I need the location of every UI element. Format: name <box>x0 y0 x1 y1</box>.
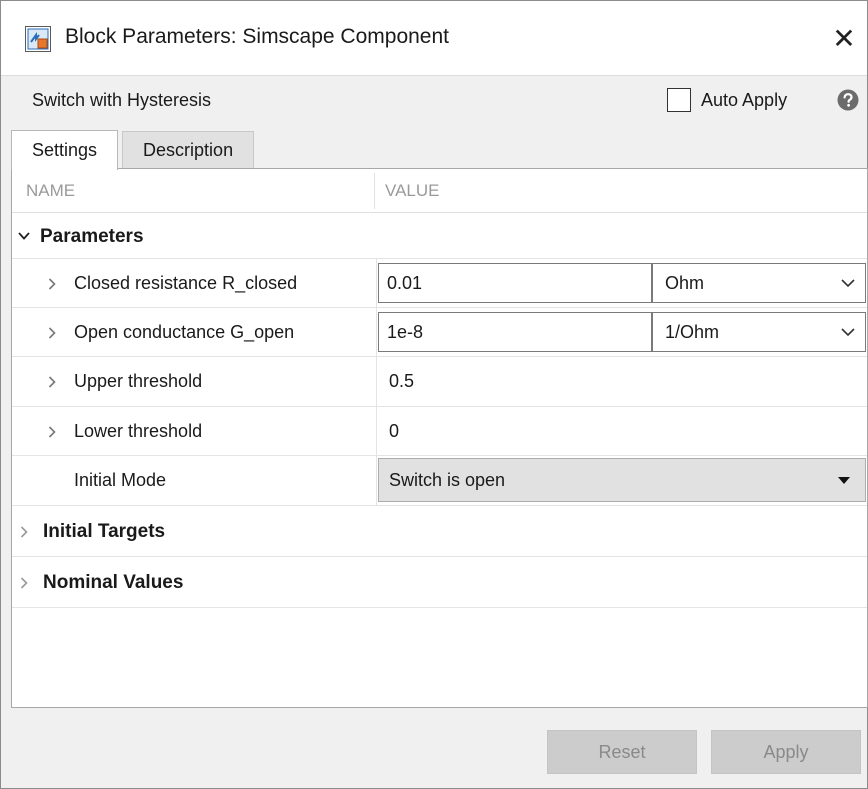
column-divider[interactable] <box>374 173 375 209</box>
input-value: 1e-8 <box>387 321 424 342</box>
chevron-down-icon <box>841 328 855 337</box>
title-bar[interactable]: Block Parameters: Simscape Component ✕ <box>1 1 867 75</box>
section-nominal-values[interactable]: Nominal Values <box>12 557 867 608</box>
chevron-right-icon[interactable] <box>45 277 59 291</box>
parameter-label: Closed resistance R_closed <box>74 273 298 293</box>
window-title: Block Parameters: Simscape Component <box>65 25 449 48</box>
block-parameters-dialog: Block Parameters: Simscape Component ✕ S… <box>0 0 868 789</box>
chevron-right-icon[interactable] <box>45 375 59 389</box>
dropdown-arrow-icon <box>838 477 850 484</box>
parameter-label: Initial Mode <box>74 470 167 490</box>
column-header: NAME VALUE <box>12 169 867 213</box>
name-column-header: NAME <box>26 181 76 200</box>
upper-threshold-value[interactable]: 0.5 <box>389 371 414 392</box>
help-icon[interactable] <box>837 89 859 111</box>
section-label: Initial Targets <box>43 521 166 542</box>
section-label: Nominal Values <box>43 572 184 593</box>
cell-divider <box>376 259 377 307</box>
unit-value: Ohm <box>665 272 705 293</box>
parameter-label: Open conductance G_open <box>74 322 295 342</box>
cell-divider <box>376 456 377 505</box>
selected-mode: Switch is open <box>389 469 506 490</box>
close-icon: ✕ <box>832 22 856 54</box>
tab-label: Settings <box>32 140 98 160</box>
parameter-panel: NAME VALUE Parameters Closed resistance … <box>11 168 868 708</box>
dialog-header: Switch with Hysteresis Auto Apply <box>1 75 867 125</box>
tab-label: Description <box>143 140 234 160</box>
closed-resistance-input[interactable]: 0.01 <box>378 263 652 303</box>
cell-divider <box>376 308 377 356</box>
parameter-row-initial-mode: Initial Mode Switch is open <box>12 456 867 506</box>
simscape-block-icon <box>25 26 51 52</box>
open-conductance-input[interactable]: 1e-8 <box>378 312 652 352</box>
reset-button[interactable]: Reset <box>547 730 697 774</box>
auto-apply-checkbox[interactable] <box>667 88 691 112</box>
parameter-row-closed-resistance: Closed resistance R_closed 0.01 Ohm <box>12 259 867 308</box>
chevron-right-icon[interactable] <box>17 525 31 539</box>
chevron-right-icon[interactable] <box>45 425 59 439</box>
block-name: Switch with Hysteresis <box>32 90 212 110</box>
section-initial-targets[interactable]: Initial Targets <box>12 506 867 557</box>
open-conductance-unit-select[interactable]: 1/Ohm <box>652 312 866 352</box>
parameter-row-upper-threshold: Upper threshold 0.5 <box>12 357 867 407</box>
chevron-right-icon[interactable] <box>17 576 31 590</box>
closed-resistance-unit-select[interactable]: Ohm <box>652 263 866 303</box>
chevron-down-icon[interactable] <box>17 229 31 243</box>
tab-bar: Settings Description <box>11 130 255 170</box>
section-parameters[interactable]: Parameters <box>12 214 867 259</box>
parameter-label: Lower threshold <box>74 421 203 441</box>
cell-divider <box>376 357 377 406</box>
chevron-down-icon <box>841 279 855 288</box>
tab-description[interactable]: Description <box>122 131 255 169</box>
close-button[interactable]: ✕ <box>827 21 861 55</box>
value-column-header: VALUE <box>385 181 440 200</box>
input-value: 0.01 <box>387 272 423 293</box>
tab-settings[interactable]: Settings <box>11 130 119 170</box>
cell-divider <box>376 407 377 455</box>
apply-button[interactable]: Apply <box>711 730 861 774</box>
chevron-right-icon[interactable] <box>45 326 59 340</box>
parameter-row-open-conductance: Open conductance G_open 1e-8 1/Ohm <box>12 308 867 357</box>
section-label: Parameters <box>40 226 144 247</box>
parameter-label: Upper threshold <box>74 371 203 391</box>
unit-value: 1/Ohm <box>665 321 720 342</box>
lower-threshold-value[interactable]: 0 <box>389 421 399 442</box>
auto-apply-toggle[interactable]: Auto Apply <box>667 88 787 112</box>
parameter-row-lower-threshold: Lower threshold 0 <box>12 407 867 456</box>
auto-apply-label: Auto Apply <box>701 89 788 110</box>
initial-mode-select[interactable]: Switch is open <box>378 458 866 502</box>
